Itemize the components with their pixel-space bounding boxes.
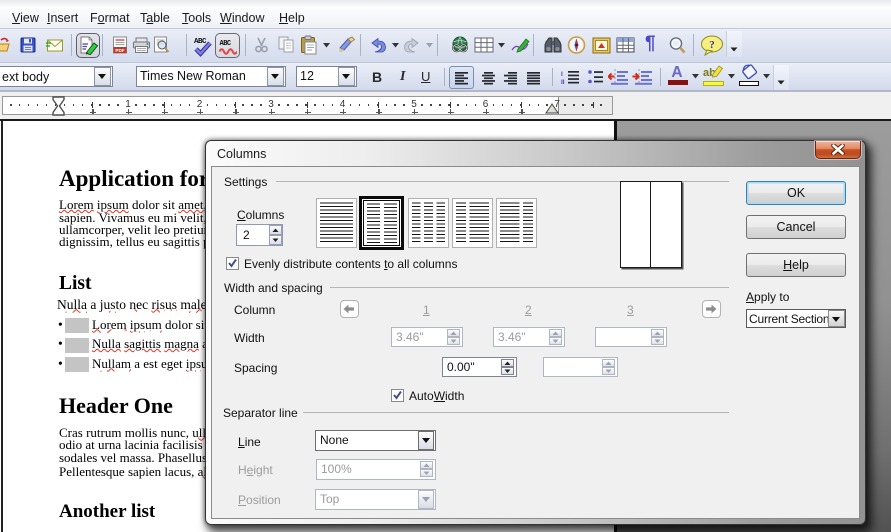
svg-text:I: I: [561, 71, 563, 78]
svg-text:ABC: ABC: [220, 40, 231, 48]
svg-text:?: ?: [709, 39, 715, 51]
svg-text:II: II: [561, 79, 565, 85]
svg-text:PDF: PDF: [115, 48, 124, 53]
svg-text:ABC: ABC: [194, 38, 207, 46]
